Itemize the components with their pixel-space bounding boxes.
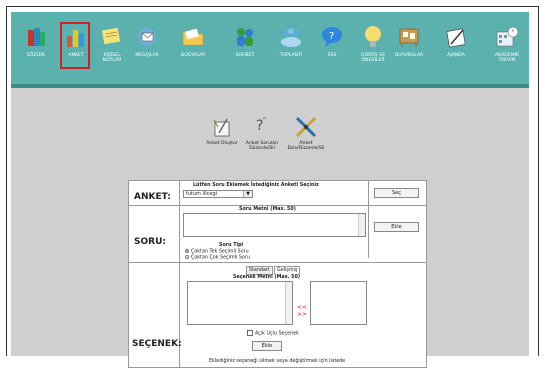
subnav-label: Anket Soruları Düzenle/Sil: [245, 141, 279, 152]
nav-item-chat-people[interactable]: SOHBET: [226, 24, 264, 58]
survey-select-value: futum illcegi: [186, 191, 218, 197]
speech-bubble-icon: ?: [319, 24, 345, 50]
bar-chart-icon: [60, 22, 90, 69]
book-icon: [23, 24, 49, 50]
nav-item-bar-chart[interactable]: ANKET: [57, 22, 95, 69]
nav-item-label: AKADEMİK TAKVİM: [495, 53, 519, 64]
move-left-arrows[interactable]: >>: [297, 312, 307, 318]
row-divider: [129, 205, 426, 206]
option-list-box[interactable]: [310, 281, 367, 325]
nav-item-label: SOHBET: [235, 53, 255, 58]
option-footer-note: Eklediğiniz seçeneği silmek veya değişti…: [209, 359, 346, 364]
top-nav-bar: SÖZLÜK ANKET KİŞİSEL NOTLAR MESAJLAR DOSYALA…: [11, 12, 529, 88]
nav-item-meeting[interactable]: TOPLANTI: [272, 24, 310, 58]
nav-item-label: DUYURULAR: [394, 53, 424, 58]
option-multi-choice[interactable]: Çoktan Çok Seçimli Soru: [185, 255, 250, 261]
question-text-area[interactable]: [183, 213, 366, 237]
chat-people-icon: [232, 24, 258, 50]
subnav-edit-questions[interactable]: ? Anket Soruları Düzenle/Sil: [239, 115, 285, 152]
svg-text:?: ?: [329, 31, 334, 42]
nav-item-board[interactable]: DUYURULAR: [390, 24, 428, 58]
radio-single-icon[interactable]: [185, 249, 189, 253]
open-ended-checkbox[interactable]: Açık Uçlu Seçenek: [247, 330, 299, 337]
subnav-label: Anket Ekle/Düzenle/Sil: [287, 141, 325, 152]
question-text-header: Soru Metni (Max. 50): [239, 207, 296, 212]
svg-text:?: ?: [256, 118, 263, 134]
nav-item-calendar[interactable]: AKADEMİK TAKVİM: [488, 24, 526, 64]
survey-select[interactable]: futum illcegi ▼: [183, 190, 253, 198]
anket-instruction: Lütfen Soru Eklemek İstediğiniz Anketi S…: [193, 183, 319, 188]
board-icon: [396, 24, 422, 50]
secenek-section-label: SEÇENEK:: [132, 339, 182, 349]
edit-questions-icon: ?: [250, 115, 274, 139]
nav-item-label: MESAJLAR: [135, 53, 159, 58]
option-single-label: Çoktan Tek Seçimli Soru: [191, 249, 249, 255]
nav-item-label: SÖZLÜK: [26, 53, 46, 58]
row-divider: [129, 262, 426, 263]
chevron-down-icon: ▼: [243, 191, 252, 197]
soru-section-label: SORU:: [134, 237, 166, 247]
lightbulb-icon: [360, 24, 386, 50]
open-ended-label: Açık Uçlu Seçenek: [255, 331, 299, 337]
app-area: SÖZLÜK ANKET KİŞİSEL NOTLAR MESAJLAR DOSYALA…: [11, 12, 529, 368]
nav-item-label: DOSYALAR: [180, 53, 206, 58]
nav-item-label: AJANDA: [447, 53, 465, 58]
nav-item-label: GÖRÜŞ VE ÖNERİLER: [360, 53, 386, 64]
add-option-button[interactable]: Ekle: [252, 341, 282, 351]
question-type-header: Soru Tipi: [219, 243, 244, 248]
nav-item-folder[interactable]: DOSYALAR: [174, 24, 212, 58]
checkbox-icon[interactable]: [247, 330, 253, 336]
question-form-panel: ANKET: Lütfen Soru Eklemek İstediğiniz A…: [128, 180, 427, 368]
radio-multi-icon[interactable]: [185, 255, 189, 259]
meeting-icon: [278, 24, 304, 50]
tab-advanced[interactable]: Gelişmiş: [274, 266, 301, 275]
calendar-icon: [494, 24, 520, 50]
subnav-survey-tools[interactable]: Anket Ekle/Düzenle/Sil: [283, 115, 329, 152]
add-question-button[interactable]: Ekle: [374, 222, 419, 232]
anket-section-label: ANKET:: [134, 192, 171, 202]
select-button[interactable]: Seç: [374, 188, 419, 198]
option-single-choice[interactable]: Çoktan Tek Seçimli Soru: [185, 249, 249, 255]
mail-icon: [134, 24, 160, 50]
notes-icon: [99, 24, 125, 50]
nav-item-speech-bubble[interactable]: ? SSS: [313, 24, 351, 58]
agenda-icon: [443, 24, 469, 50]
nav-item-agenda[interactable]: AJANDA: [437, 24, 475, 58]
nav-item-label: SSS: [327, 53, 337, 58]
nav-item-book[interactable]: SÖZLÜK: [17, 24, 55, 58]
tab-standard[interactable]: Standart: [246, 266, 273, 275]
create-survey-icon: [210, 115, 234, 139]
nav-item-label: TOPLANTI: [279, 53, 303, 58]
active-nav-highlight: [60, 22, 90, 69]
folder-icon: [180, 24, 206, 50]
question-scrollbar[interactable]: [358, 214, 365, 236]
button-column-divider: [368, 181, 369, 258]
option-text-header: Seçenek Metni (Max. 50): [233, 275, 301, 280]
nav-item-notes[interactable]: KİŞİSEL NOTLAR: [93, 24, 131, 64]
nav-item-mail[interactable]: MESAJLAR: [128, 24, 166, 58]
option-text-area[interactable]: [187, 281, 293, 325]
option-scrollbar[interactable]: [285, 282, 292, 324]
option-multi-label: Çoktan Çok Seçimli Soru: [191, 255, 250, 261]
nav-item-label: KİŞİSEL NOTLAR: [102, 53, 122, 64]
nav-item-lightbulb[interactable]: GÖRÜŞ VE ÖNERİLER: [354, 24, 392, 64]
top-nav-shadow: [11, 84, 529, 88]
tools-icon: [294, 115, 318, 139]
